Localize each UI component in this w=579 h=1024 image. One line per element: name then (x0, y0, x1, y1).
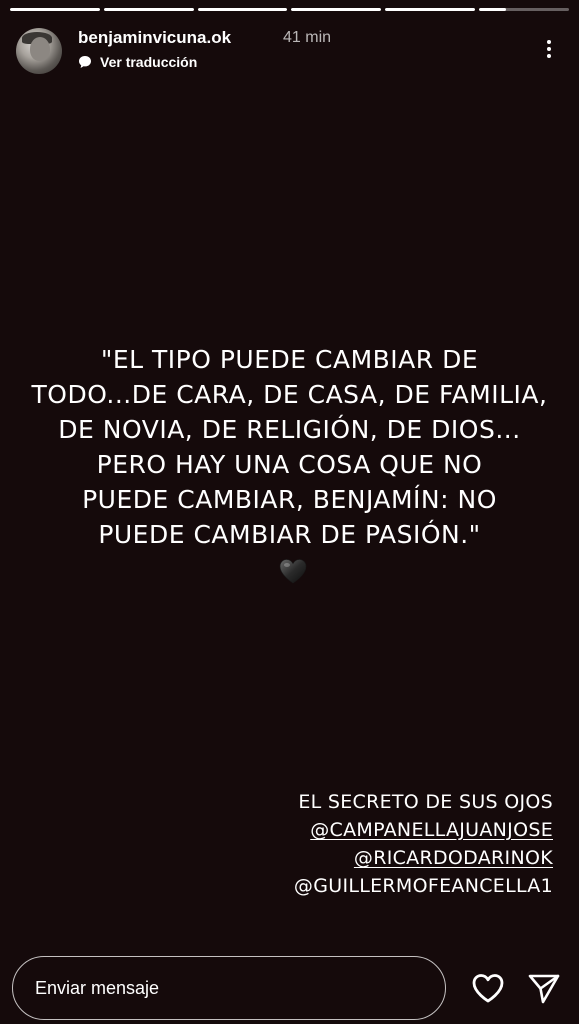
progress-segment (10, 8, 100, 11)
translate-label: Ver traducción (100, 54, 198, 70)
translate-link[interactable]: Ver traducción (78, 54, 197, 70)
avatar-face (30, 37, 50, 61)
story-footer (12, 956, 567, 1022)
more-options-button[interactable] (537, 34, 561, 64)
progress-segment (103, 8, 194, 11)
message-input[interactable] (12, 956, 446, 1020)
progress-segment (385, 8, 476, 11)
progress-segment (479, 8, 569, 11)
avatar[interactable] (16, 28, 62, 74)
heart-outline-icon[interactable] (470, 970, 506, 1006)
mention-link[interactable]: @CAMPANELLAJUANJOSE (294, 816, 553, 844)
progress-segment (197, 8, 288, 11)
mention-link[interactable]: @RICARDODARINOK (294, 844, 553, 872)
story-progress-bar (10, 8, 569, 11)
progress-segment (291, 8, 382, 11)
progress-fill (385, 8, 476, 11)
mention-text[interactable]: @GUILLERMOFEANCELLA1 (294, 872, 553, 900)
progress-fill (291, 8, 382, 11)
progress-fill (197, 8, 288, 11)
more-dot-icon (547, 40, 551, 44)
movie-title: EL SECRETO DE SUS OJOS (298, 791, 553, 813)
username[interactable]: benjaminvicuna.ok (78, 28, 231, 48)
black-heart-icon (279, 559, 307, 584)
progress-fill (103, 8, 194, 11)
progress-fill (10, 8, 100, 11)
more-dot-icon (547, 54, 551, 58)
progress-fill (479, 8, 507, 11)
story-credits: EL SECRETO DE SUS OJOS @CAMPANELLAJUANJO… (294, 788, 553, 900)
story-header: benjaminvicuna.ok 41 min Ver traducción (16, 24, 567, 76)
more-dot-icon (547, 47, 551, 51)
post-time: 41 min (283, 29, 332, 46)
story-quote-text: "EL TIPO PUEDE CAMBIAR DE TODO...DE CARA… (31, 345, 548, 549)
story-view[interactable]: benjaminvicuna.ok 41 min Ver traducción … (0, 0, 579, 1024)
speech-bubble-icon (79, 56, 91, 68)
send-icon[interactable] (526, 970, 562, 1006)
